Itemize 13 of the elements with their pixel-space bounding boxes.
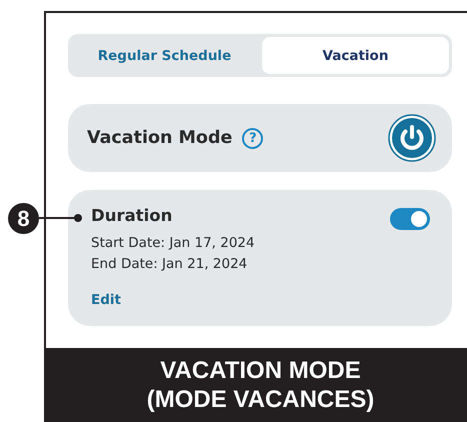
help-icon[interactable]: ? <box>242 128 264 148</box>
duration-title: Duration <box>91 206 172 225</box>
edit-link[interactable]: Edit <box>91 292 121 308</box>
power-button[interactable] <box>388 114 436 162</box>
toggle-switch[interactable] <box>390 208 430 230</box>
caption-line: (MODE VACANCES) <box>146 385 374 414</box>
tab[interactable]: Vacation <box>262 37 449 74</box>
tab[interactable]: Regular Schedule <box>71 37 258 74</box>
start-date: Start Date: Jan 17, 2024 <box>91 235 255 251</box>
caption-line: VACATION MODE <box>160 356 361 385</box>
vacation-mode-label: Vacation Mode <box>87 128 232 148</box>
end-date: End Date: Jan 21, 2024 <box>91 256 248 272</box>
callout-number: 8 <box>8 203 39 234</box>
